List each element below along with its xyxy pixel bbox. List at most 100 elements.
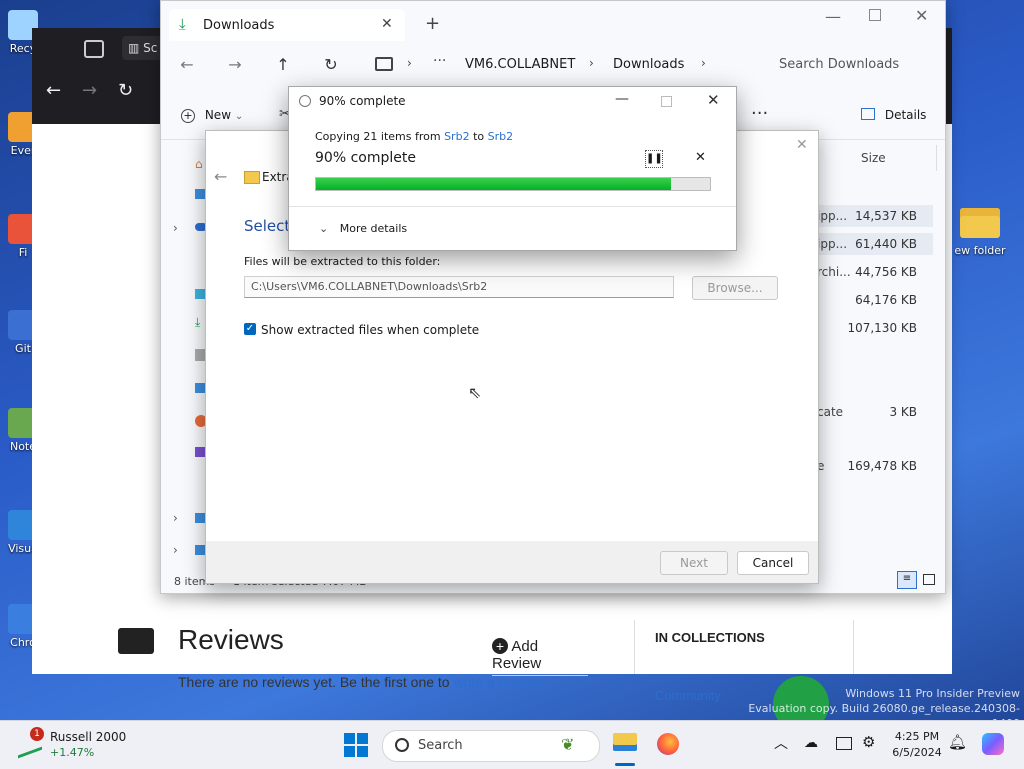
chevron-right-icon[interactable]: › (173, 511, 178, 525)
documents-icon[interactable] (195, 349, 205, 361)
table-row[interactable]: ipp... 14,537 KB (801, 205, 933, 227)
cancel-button[interactable]: Cancel (737, 551, 809, 575)
chevron-right-icon: › (701, 56, 706, 70)
firefox-icon[interactable] (657, 733, 679, 755)
taskbar-search-label: Search (418, 738, 463, 753)
tab-overview-icon[interactable] (84, 40, 104, 58)
chevron-up-icon[interactable]: ︿ (774, 733, 788, 753)
refresh-icon[interactable]: ↻ (317, 51, 345, 79)
copy-progress-dialog: 90% complete — ✕ Copying 21 items from S… (288, 86, 737, 251)
show-files-checkbox[interactable]: ✓ (244, 323, 256, 335)
minimize-button[interactable]: — (825, 7, 841, 26)
back-icon[interactable]: ← (46, 80, 61, 101)
clock[interactable]: 4:25 PM 6/5/2024 (890, 729, 944, 761)
folder-label: Files will be extracted to this folder: (244, 255, 441, 268)
copilot-icon[interactable] (982, 733, 1004, 755)
chevron-right-icon: › (407, 56, 412, 70)
pause-button[interactable]: ❚❚ (645, 150, 663, 168)
column-divider (936, 145, 937, 171)
home-icon[interactable]: ⌂ (195, 157, 203, 171)
maximize-button[interactable] (869, 9, 881, 21)
maximize-button (661, 96, 672, 107)
back-icon[interactable]: ← (173, 51, 201, 79)
close-window-button[interactable]: ✕ (915, 6, 928, 25)
forward-icon[interactable]: → (221, 51, 249, 79)
taskbar: 1 Russell 2000 +1.47% Search ❦ ︿ ☁ ⚙ 4:2… (0, 720, 1024, 769)
table-row[interactable]: 64,176 KB (801, 289, 933, 311)
list-view-toggle[interactable]: ≡ (897, 571, 917, 589)
cancel-copy-icon[interactable]: ✕ (695, 150, 706, 165)
chevron-right-icon: › (589, 56, 594, 70)
source-link[interactable]: Srb2 (444, 130, 470, 143)
details-pane-icon (861, 108, 875, 120)
file-size-cell: 64,176 KB (855, 293, 917, 307)
close-icon[interactable]: ✕ (796, 137, 808, 153)
table-row[interactable]: rchi... 44,756 KB (801, 261, 933, 283)
new-button[interactable]: + New ⌄ (181, 108, 243, 123)
size-column-header[interactable]: Size (861, 151, 886, 165)
table-row[interactable]: cate 3 KB (801, 401, 933, 423)
close-window-button[interactable]: ✕ (707, 91, 720, 109)
desktop-folder-icon[interactable] (195, 289, 205, 299)
file-type-cell: cate (817, 405, 844, 419)
start-button[interactable] (344, 733, 368, 757)
extract-heading: Select (244, 217, 291, 235)
details-button[interactable]: Details (861, 108, 926, 122)
chevron-right-icon[interactable]: › (173, 221, 178, 235)
forward-icon[interactable]: → (82, 80, 97, 101)
breadcrumb-vm6[interactable]: VM6.COLLABNET (465, 57, 575, 72)
explorer-tab[interactable]: ⤓ Downloads ✕ (169, 9, 405, 41)
bell-icon[interactable]: 🔔︎ (948, 733, 967, 751)
settings-icon[interactable]: ⚙ (862, 733, 875, 751)
navigation-pane: ⌂ › ⤓ › › (161, 139, 207, 569)
new-tab-button[interactable]: + (425, 13, 440, 34)
table-row[interactable]: 107,130 KB (801, 317, 933, 339)
file-size-cell: 44,756 KB (855, 265, 917, 279)
download-icon: ⤓ (179, 15, 186, 33)
cloud-offline-icon[interactable]: ☁ (804, 735, 818, 751)
back-icon[interactable]: ← (214, 167, 227, 186)
minimize-button[interactable]: — (615, 91, 629, 107)
more-path-icon[interactable]: ··· (433, 53, 446, 69)
mouse-cursor-icon: ⇖ (468, 383, 482, 402)
chevron-right-icon[interactable]: › (173, 543, 178, 557)
folder-path-input[interactable]: C:\Users\VM6.COLLABNET\Downloads\Srb2 (244, 276, 674, 298)
downloads-folder-icon[interactable]: ⤓ (195, 315, 200, 330)
table-row[interactable]: e 169,478 KB (801, 455, 933, 477)
display-icon[interactable] (836, 737, 852, 750)
close-tab-icon[interactable]: ✕ (381, 16, 393, 32)
add-review-button[interactable]: + Add Review (492, 638, 588, 676)
file-type-cell: ipp... (817, 209, 848, 223)
more-details-toggle[interactable]: ⌄ More details (319, 222, 407, 235)
up-icon[interactable]: ↑ (269, 51, 297, 79)
write-review-link[interactable]: write a review. (453, 674, 542, 690)
stock-widget[interactable]: 1 Russell 2000 +1.47% (14, 727, 134, 763)
community-link[interactable]: Community (655, 688, 721, 703)
tiles-view-toggle[interactable] (923, 574, 935, 585)
stock-change: +1.47% (50, 746, 95, 759)
show-files-label[interactable]: Show extracted files when complete (261, 323, 479, 337)
browse-button[interactable]: Browse... (692, 276, 778, 300)
stock-name: Russell 2000 (50, 730, 127, 744)
plus-circle-icon: + (492, 638, 508, 654)
next-button[interactable]: Next (660, 551, 728, 575)
zip-folder-icon (244, 171, 260, 184)
clock-icon (299, 95, 311, 107)
file-type-cell: rchi... (817, 265, 851, 279)
desktop-icon-new-folder[interactable]: ew folder (950, 208, 1010, 257)
more-options-icon[interactable]: ··· (751, 103, 768, 124)
monitor-icon[interactable] (375, 57, 393, 71)
copying-text: Copying 21 items from Srb2 to Srb2 (315, 130, 514, 143)
chevron-down-icon: ⌄ (319, 222, 329, 235)
file-explorer-taskbar-icon[interactable] (613, 733, 637, 751)
taskbar-search[interactable]: Search ❦ (382, 730, 600, 762)
breadcrumb-downloads[interactable]: Downloads (613, 57, 684, 72)
extract-dialog-footer: Next Cancel (206, 541, 818, 583)
folder-icon (960, 208, 1000, 238)
search-input[interactable]: Search Downloads (779, 57, 899, 72)
reload-icon[interactable]: ↻ (118, 80, 133, 101)
plant-icon: ❦ (561, 735, 575, 754)
table-row[interactable]: ipp... 61,440 KB (801, 233, 933, 255)
search-icon (395, 738, 409, 752)
destination-link[interactable]: Srb2 (488, 130, 514, 143)
